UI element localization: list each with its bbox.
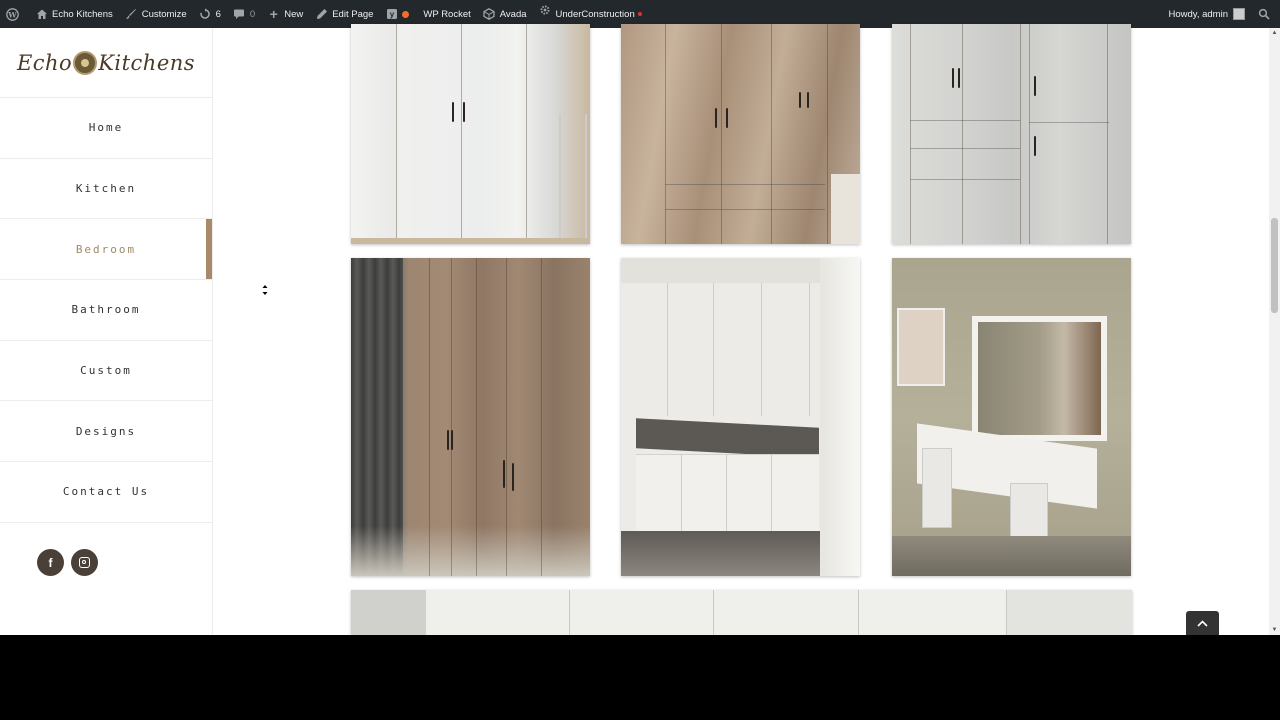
instagram-glyph [79,557,90,568]
mirror-shape [972,316,1107,441]
facebook-icon[interactable]: f [37,549,64,576]
gallery-image[interactable] [621,258,860,576]
logo-text-right: Kitchens [98,50,196,75]
nav-item-custom[interactable]: Custom [0,341,212,402]
yoast-icon: y [385,8,398,21]
updates-count: 6 [215,8,221,20]
pencil-icon [315,8,328,21]
my-account-menu[interactable]: Howdy, admin [1163,0,1252,28]
browser-viewport: W Echo Kitchens Customize 6 0 + New Edit… [0,0,1280,635]
scroll-thumb[interactable] [1271,218,1278,313]
wordpress-icon: W [6,7,19,21]
main-navigation: Home Kitchen Bedroom Bathroom Custom Des… [0,97,212,523]
side-header: Echo Kitchens Home Kitchen Bedroom Bathr… [0,28,213,635]
back-to-top-button[interactable] [1186,611,1219,635]
nav-item-label: Custom [80,364,132,378]
nav-item-label: Designs [75,424,137,438]
nav-item-kitchen[interactable]: Kitchen [0,159,212,220]
social-links: f [37,549,98,576]
brush-icon [125,8,138,21]
comments-count: 0 [249,8,256,20]
site-name: Echo Kitchens [52,8,113,20]
scroll-down-icon[interactable]: ▼ [1271,627,1278,633]
chevron-up-icon [1197,619,1208,627]
customize-link[interactable]: Customize [119,0,193,28]
gallery-image[interactable] [351,590,1132,635]
avada-label: Avada [499,8,527,20]
admin-search-button[interactable] [1251,0,1280,28]
counter-shape [636,418,819,458]
comment-icon [233,8,246,21]
nav-item-contact-us[interactable]: Contact Us [0,462,212,523]
instagram-icon[interactable] [71,549,98,576]
new-label: New [284,8,304,20]
howdy-label: Howdy, admin [1168,8,1229,20]
plus-icon: + [269,5,278,22]
nav-item-label: Kitchen [75,182,137,196]
window-shape [897,308,945,386]
gallery-image[interactable] [351,258,590,576]
logo-mark-icon [73,50,98,75]
page-scrollbar[interactable]: ▲ ▼ [1269,28,1280,635]
home-icon [35,8,48,21]
nav-item-bathroom[interactable]: Bathroom [0,280,212,341]
scroll-up-icon[interactable]: ▲ [1271,30,1278,36]
gallery-image[interactable] [351,24,590,244]
comments-link[interactable]: 0 [227,0,261,28]
nav-item-label: Contact Us [62,485,150,499]
nav-item-label: Bedroom [75,242,137,256]
nav-item-label: Home [88,121,124,135]
status-dot [637,12,642,16]
nav-item-label: Bathroom [71,303,141,317]
avatar [1233,8,1245,20]
gallery-image[interactable] [892,24,1131,244]
wordpress-menu[interactable]: W [0,0,29,28]
nav-item-home[interactable]: Home [0,98,212,159]
mouse-cursor-icon [262,285,268,295]
updates-link[interactable]: 6 [193,0,227,28]
new-content-link[interactable]: + New [261,0,309,28]
logo-text-left: Echo [16,50,73,75]
under-construction-label: UnderConstruction [555,8,635,20]
wp-rocket-label: WP Rocket [423,8,471,20]
customize-label: Customize [141,8,187,20]
gear-icon [539,4,552,17]
svg-text:W: W [7,10,17,19]
search-icon [1257,8,1270,21]
svg-text:y: y [390,10,395,19]
gallery-image[interactable] [892,258,1131,576]
facebook-glyph: f [48,555,53,570]
seo-status-dot [402,10,410,18]
avada-icon [483,7,496,21]
site-logo[interactable]: Echo Kitchens [0,28,212,97]
gallery-image[interactable] [621,24,860,244]
nav-item-bedroom[interactable]: Bedroom [0,219,212,281]
site-name-link[interactable]: Echo Kitchens [29,0,119,28]
chair-shape [559,114,587,244]
edit-page-label: Edit Page [332,8,374,20]
refresh-icon [199,7,212,21]
nav-item-designs[interactable]: Designs [0,401,212,463]
